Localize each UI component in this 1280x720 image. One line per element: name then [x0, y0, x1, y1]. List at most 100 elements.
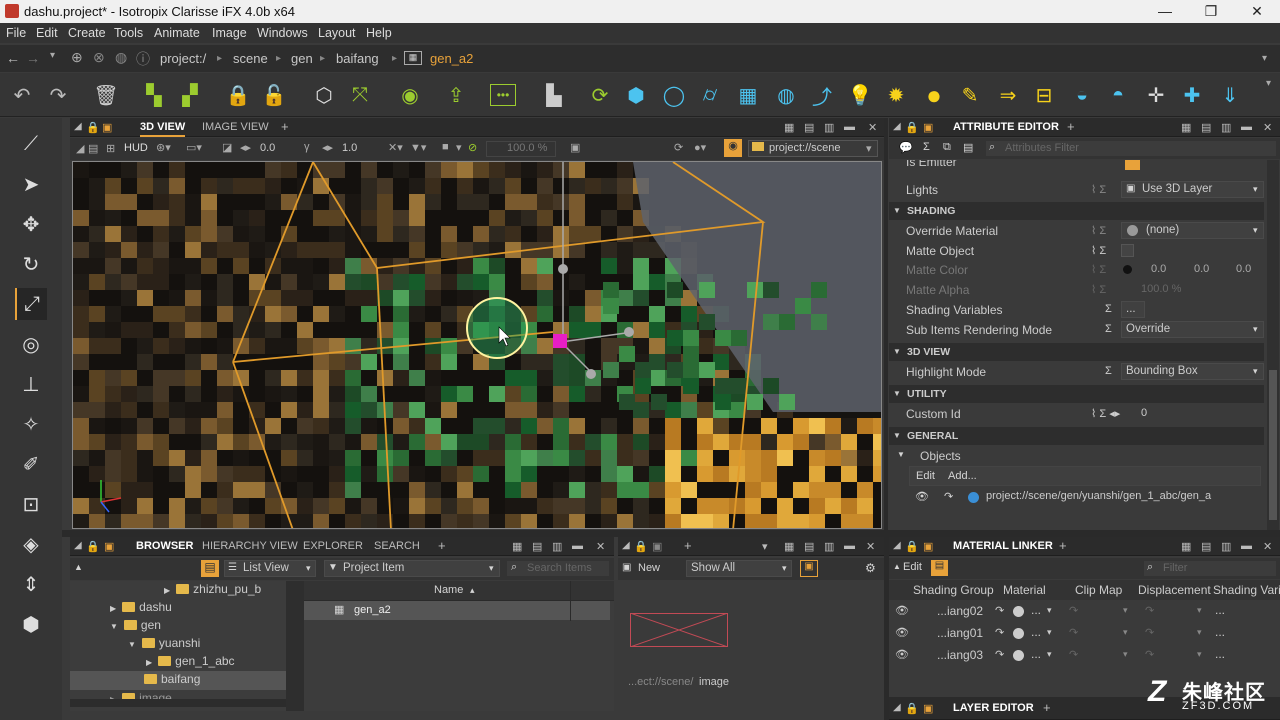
link-icon[interactable]: ↷ — [995, 604, 1004, 617]
eye-toggle-icon[interactable]: ◉ — [724, 139, 742, 157]
tree-item-baifang[interactable]: baifang — [70, 671, 286, 690]
create-curve-icon[interactable]: ⤴ — [808, 81, 836, 109]
layout-rows-icon[interactable]: ▤ — [532, 540, 542, 553]
stamp-icon[interactable]: ⊥ — [15, 368, 47, 400]
create-sphere-icon[interactable]: ◯ — [660, 81, 688, 109]
link-icon[interactable]: ↷ — [995, 648, 1004, 661]
panel-menu-icon[interactable]: ◢ — [622, 540, 630, 551]
drop-icon[interactable]: ⇓ — [1216, 81, 1244, 109]
new-button[interactable]: New — [638, 562, 660, 574]
exposure-field[interactable]: 0.0 — [260, 142, 275, 154]
sort-asc-icon[interactable]: ▴ — [470, 585, 475, 596]
sigma-icon[interactable]: Σ — [923, 141, 930, 153]
tree-item-gen[interactable]: ▼ gen — [110, 618, 161, 632]
settings-gear-icon[interactable]: ⚙ — [865, 561, 876, 575]
3d-viewport[interactable] — [72, 161, 882, 529]
menu-image[interactable]: Image — [212, 26, 247, 40]
attribute-scrollbar[interactable] — [1267, 160, 1279, 530]
panel-pin-icon[interactable]: ▣ — [923, 540, 933, 553]
link-icon[interactable]: ↷ — [1145, 648, 1154, 661]
tab-search[interactable]: SEARCH — [374, 540, 420, 552]
col-material[interactable]: Material — [1003, 583, 1046, 597]
panel-pin-icon[interactable]: ▣ — [923, 121, 933, 134]
tree-item-dashu[interactable]: ▶ dashu — [110, 600, 172, 614]
link-icon[interactable]: ↷ — [995, 626, 1004, 639]
panel-menu-icon[interactable]: ◢ — [893, 121, 901, 132]
paste-icon[interactable]: ▤ — [963, 141, 973, 154]
area-light-icon[interactable]: ⊟ — [1030, 81, 1058, 109]
create-cylinder-icon[interactable]: ⌭ — [696, 81, 724, 109]
material-edit-button[interactable]: Edit — [903, 561, 922, 573]
shading-variables-button[interactable]: ... — [1121, 301, 1145, 318]
viewport-save-icon[interactable]: ▤ — [88, 142, 98, 155]
panel-lock-icon[interactable]: 🔒 — [86, 121, 100, 134]
link-icon[interactable]: ⌇ Σ — [1091, 283, 1106, 296]
rotate-icon[interactable]: ↻ — [15, 248, 47, 280]
layout-grid-icon[interactable]: ▦ — [784, 121, 794, 134]
layout-grid-icon[interactable]: ▦ — [1181, 121, 1191, 134]
objects-edit-button[interactable]: Edit — [916, 470, 935, 482]
tree-scrollbar[interactable] — [286, 581, 304, 711]
create-globe-icon[interactable]: ◍ — [772, 81, 800, 109]
color-swatch[interactable] — [1123, 265, 1132, 274]
col-clip-map[interactable]: Clip Map — [1075, 583, 1122, 597]
close-panel-icon[interactable]: ✕ — [1263, 121, 1272, 134]
matte-alpha-field[interactable]: 100.0 % — [1141, 283, 1181, 295]
link-icon[interactable]: ↷ — [1145, 626, 1154, 639]
layout-cols-icon[interactable]: ▥ — [824, 540, 834, 553]
path-dropdown-icon[interactable]: ▾ — [1262, 53, 1267, 64]
col-shading-variables[interactable]: Shading Variab — [1213, 583, 1280, 597]
link-icon[interactable]: ⌇ Σ — [1091, 263, 1106, 276]
dropdown-arrow-icon[interactable]: ▾ — [489, 563, 494, 574]
dropdown-arrow-icon[interactable]: ▾ — [1123, 627, 1128, 638]
object-list-item[interactable]: 👁 ↷ project://scene/gen/yuanshi/gen_1_ab… — [909, 487, 1261, 507]
stepper-icon[interactable]: ◂▸ — [240, 141, 251, 154]
tools-icon[interactable]: ✕▾ — [388, 141, 403, 154]
maximize-panel-icon[interactable]: ▬ — [1241, 121, 1252, 133]
layout-cols-icon[interactable]: ▥ — [1221, 121, 1231, 134]
add-tab-icon[interactable]: + — [684, 538, 692, 553]
section-general[interactable]: ▼ GENERAL — [889, 427, 1264, 445]
link-icon[interactable]: ↷ — [944, 490, 953, 503]
panel-lock-icon[interactable]: 🔒 — [634, 540, 648, 553]
toolbar-overflow-icon[interactable]: ▾ — [1266, 78, 1271, 89]
visibility-icon[interactable]: 👁 — [895, 604, 909, 617]
section-shading[interactable]: ▼ SHADING — [889, 202, 1264, 220]
tab-hierarchy-view[interactable]: HIERARCHY VIEW — [202, 540, 298, 552]
menu-layout[interactable]: Layout — [318, 26, 356, 40]
shading-icon[interactable]: ●▾ — [694, 141, 706, 154]
link-icon[interactable]: ⌇ Σ — [1091, 224, 1106, 237]
instancer-icon[interactable]: ▙ — [540, 81, 568, 109]
up-arrow-icon[interactable]: ▲ — [893, 562, 901, 571]
maximize-panel-icon[interactable]: ▬ — [844, 121, 855, 133]
panel-pin-icon[interactable]: ▣ — [102, 121, 112, 134]
emitter-checkbox[interactable] — [1125, 160, 1140, 170]
group-icon[interactable]: ▚ — [140, 81, 168, 109]
move-icon[interactable]: ✥ — [15, 208, 47, 240]
layout-cols-icon[interactable]: ▥ — [552, 540, 562, 553]
dropdown-arrow-icon[interactable]: ▾ — [1047, 627, 1052, 638]
minimize-button[interactable]: — — [1142, 0, 1188, 23]
environment-icon[interactable]: ◓ — [1104, 81, 1132, 109]
section-3d-view[interactable]: ▼ 3D VIEW — [889, 343, 1264, 361]
material-linker-row[interactable]: 👁 ...iang02 ↷... ▾ ↷ ▾ ↷ ▾... — [889, 601, 1279, 623]
column-divider[interactable] — [570, 581, 571, 621]
menu-animate[interactable]: Animate — [154, 26, 200, 40]
exposure-icon[interactable]: ◪ — [222, 141, 232, 154]
col-shading-group[interactable]: Shading Group — [913, 583, 994, 597]
camera-view-icon[interactable]: ■ — [442, 141, 449, 153]
create-cube-icon[interactable]: ⬢ — [622, 81, 650, 109]
sun-light-icon[interactable]: ✹ — [882, 81, 910, 109]
dropdown-arrow-icon[interactable]: ▾ — [1123, 605, 1128, 616]
link-icon[interactable]: ↷ — [1069, 604, 1078, 617]
refresh-icon[interactable]: ⟳ — [674, 141, 683, 154]
camera-icon[interactable]: ◈ — [15, 528, 47, 560]
menu-windows[interactable]: Windows — [257, 26, 308, 40]
sigma-icon[interactable]: Σ — [1105, 323, 1112, 335]
dropdown-arrow-icon[interactable]: ▾ — [1047, 605, 1052, 616]
undo-icon[interactable]: ↶ — [8, 81, 36, 109]
material-dots[interactable]: ... — [1031, 625, 1041, 639]
panel-lock-icon[interactable]: 🔒 — [905, 702, 919, 715]
layout-cols-icon[interactable]: ▥ — [824, 121, 834, 134]
link-icon[interactable]: ↷ — [1069, 626, 1078, 639]
